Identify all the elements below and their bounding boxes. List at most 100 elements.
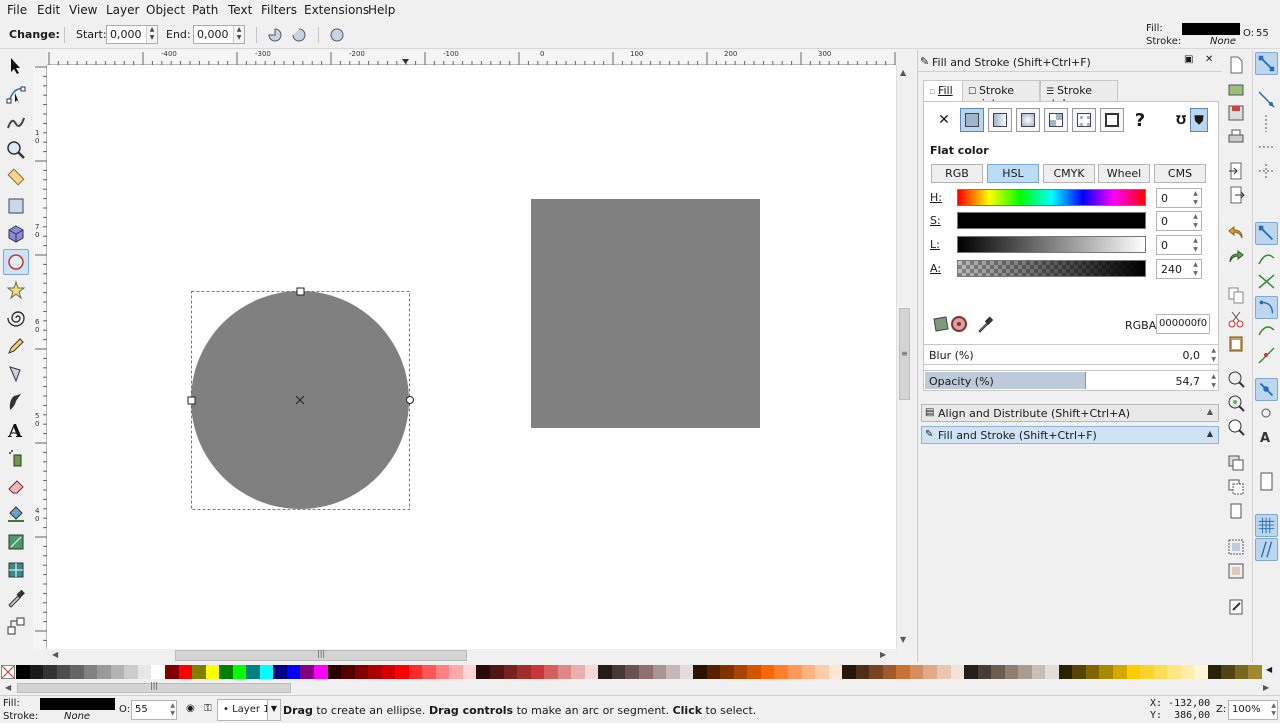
palette-swatch[interactable] <box>273 665 288 679</box>
palette-swatch[interactable] <box>83 665 98 679</box>
ellipse-height-handle[interactable] <box>296 287 305 296</box>
top-ruler[interactable]: -400 -300 -200 -100 0 100 200 300 <box>47 50 896 65</box>
eye-icon[interactable]: ◉ <box>186 703 195 714</box>
lock-icon[interactable]: ⚿ <box>204 703 212 714</box>
scroll-up-icon[interactable]: ▲ <box>900 68 906 77</box>
palette-swatch[interactable] <box>720 665 735 679</box>
palette-swatch[interactable] <box>544 665 559 679</box>
palette-swatch[interactable] <box>1167 665 1182 679</box>
spin-arrows-icon[interactable]: ▲ ▼ <box>1190 236 1201 254</box>
palette-swatch[interactable] <box>815 665 830 679</box>
palette-swatch[interactable] <box>652 665 667 679</box>
menu-text[interactable]: Text <box>228 3 252 17</box>
palette-swatch[interactable] <box>1113 665 1128 679</box>
palette-swatch[interactable] <box>801 665 816 679</box>
snap-bbox-edge-icon[interactable] <box>1255 112 1278 135</box>
clone-icon[interactable] <box>1227 478 1245 496</box>
no-paint-button[interactable]: ✕ <box>932 108 956 132</box>
gray-square[interactable] <box>531 199 760 428</box>
palette-swatch[interactable] <box>151 665 166 679</box>
print-icon[interactable] <box>1227 128 1245 146</box>
horizontal-scrollbar[interactable]: ◀ ||| ▶ <box>47 649 911 662</box>
spin-arrows-icon[interactable]: ▲ ▼ <box>1211 372 1216 390</box>
open-arc-icon[interactable] <box>292 28 306 42</box>
ungroup-icon[interactable] <box>1227 562 1245 580</box>
palette-swatch[interactable] <box>300 665 315 679</box>
selector-tool[interactable] <box>3 53 29 79</box>
zoom-drawing-icon[interactable] <box>1227 394 1245 412</box>
palette-swatch[interactable] <box>828 665 843 679</box>
palette-swatch[interactable] <box>1045 665 1060 679</box>
3d-box-tool[interactable] <box>3 221 29 247</box>
layer-dropdown[interactable]: • Layer 1 ▼ <box>217 699 281 721</box>
palette-swatch[interactable] <box>1004 665 1019 679</box>
palette-swatch[interactable] <box>341 665 356 679</box>
hue-input[interactable]: 0 ▲ ▼ <box>1156 188 1202 208</box>
paste-icon[interactable] <box>1227 334 1245 352</box>
color-picker-icon[interactable] <box>976 315 994 333</box>
lightness-input[interactable]: 0 ▲ ▼ <box>1156 235 1202 255</box>
palette-swatch[interactable] <box>192 665 207 679</box>
copy-icon[interactable] <box>1227 286 1245 304</box>
palette-swatch[interactable] <box>1031 665 1046 679</box>
drawing-canvas[interactable] <box>47 65 896 649</box>
palette-swatch[interactable] <box>110 665 125 679</box>
spin-arrows-icon[interactable]: ▲ ▼ <box>1271 702 1276 718</box>
measure-tool[interactable] <box>3 165 29 191</box>
rectangle-tool[interactable] <box>3 193 29 219</box>
snap-paths-icon[interactable] <box>1255 246 1278 269</box>
palette-swatch[interactable] <box>490 665 505 679</box>
zoom-page-icon[interactable] <box>1227 418 1245 436</box>
menu-edit[interactable]: Edit <box>37 3 60 17</box>
palette-swatch[interactable] <box>137 665 152 679</box>
status-fill-swatch[interactable] <box>40 698 115 710</box>
fill-swatch[interactable] <box>1182 23 1240 35</box>
tab-stroke-style[interactable]: ☰ Stroke style <box>1040 80 1118 110</box>
palette-swatch[interactable] <box>246 665 261 679</box>
palette-swatch[interactable] <box>219 665 234 679</box>
palette-swatch[interactable] <box>584 665 599 679</box>
menu-view[interactable]: View <box>69 3 97 17</box>
lightness-slider[interactable] <box>957 236 1146 253</box>
end-angle-input[interactable]: 0,000 ▲ ▼ <box>193 25 245 44</box>
scroll-left-icon[interactable]: ◀ <box>5 683 11 692</box>
palette-swatch[interactable] <box>16 665 31 679</box>
export-icon[interactable] <box>1227 186 1245 204</box>
unset-paint-button[interactable]: ? <box>1128 108 1152 132</box>
pencil-tool[interactable] <box>3 333 29 359</box>
palette-swatch[interactable] <box>408 665 423 679</box>
tweak-tool[interactable] <box>3 109 29 135</box>
make-whole-icon[interactable] <box>330 28 344 42</box>
tab-fill[interactable]: ▫ Fill <box>923 80 963 102</box>
gradient-tool[interactable] <box>3 529 29 555</box>
arc-handle[interactable] <box>406 396 414 404</box>
group-icon[interactable] <box>1227 538 1245 556</box>
scroll-right-icon[interactable]: ▶ <box>880 650 886 659</box>
palette-swatch[interactable] <box>530 665 545 679</box>
calligraphy-tool[interactable] <box>3 389 29 415</box>
connector-tool[interactable] <box>3 613 29 639</box>
palette-swatch[interactable] <box>43 665 58 679</box>
palette-swatch[interactable] <box>1018 665 1033 679</box>
palette-swatch[interactable] <box>598 665 613 679</box>
palette-swatch[interactable] <box>178 665 193 679</box>
palette-swatch[interactable] <box>56 665 71 679</box>
saturation-input[interactable]: 0 ▲ ▼ <box>1156 211 1202 231</box>
duplicate-icon[interactable] <box>1227 454 1245 472</box>
minimize-icon[interactable]: ▣ <box>1184 54 1193 65</box>
palette-swatch[interactable] <box>842 665 857 679</box>
palette-swatch[interactable] <box>327 665 342 679</box>
opacity-row[interactable]: Opacity (%) 54,7 ▲ ▼ <box>923 370 1219 391</box>
palette-swatch[interactable] <box>1180 665 1195 679</box>
snap-text-baseline-icon[interactable]: A <box>1255 426 1278 449</box>
redo-icon[interactable] <box>1227 248 1245 266</box>
spin-arrows-icon[interactable]: ▲ ▼ <box>1211 346 1216 364</box>
palette-swatch[interactable] <box>557 665 572 679</box>
swatch-button[interactable] <box>1100 108 1124 132</box>
snap-smooth-icon[interactable] <box>1255 320 1278 343</box>
snap-bbox-icon[interactable] <box>1255 88 1278 111</box>
scroll-right-icon[interactable]: ▶ <box>1263 683 1269 692</box>
none-swatch[interactable] <box>1 665 15 679</box>
palette-swatch[interactable] <box>29 665 44 679</box>
palette-swatch[interactable] <box>381 665 396 679</box>
